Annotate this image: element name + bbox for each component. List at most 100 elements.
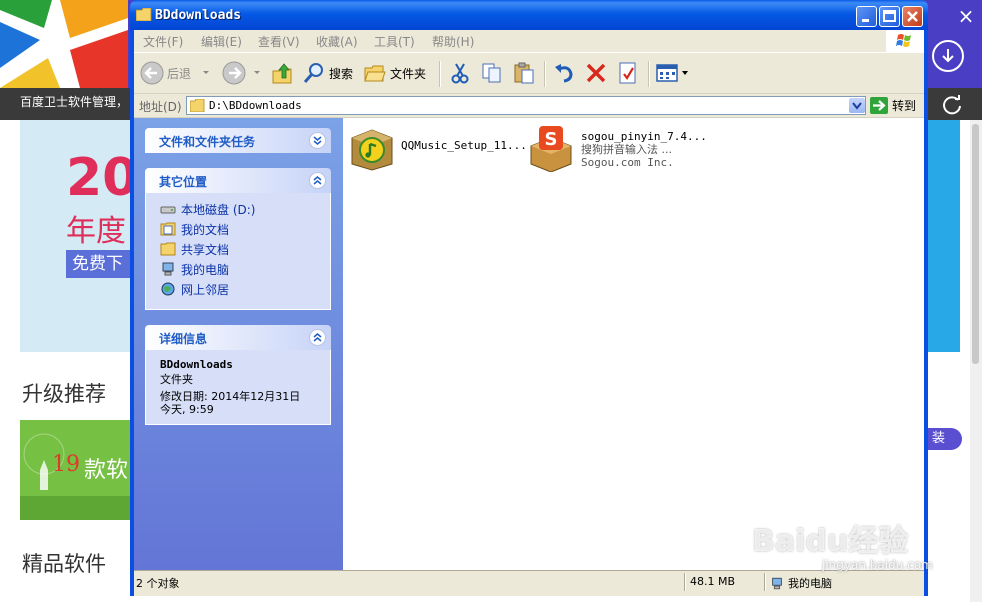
address-bar: 地址(D) D:\BDdownloads 转到 (134, 94, 924, 118)
back-arrow-icon (140, 61, 164, 85)
collapse-toggle[interactable] (309, 329, 326, 346)
my-computer-icon (772, 577, 782, 589)
file-description: 搜狗拼音输入法 ... (581, 143, 672, 156)
background-scrollbar-thumb[interactable] (972, 124, 979, 364)
place-label: 本地磁盘 (D:) (181, 202, 256, 217)
minimize-icon (862, 19, 869, 22)
maximize-button[interactable] (879, 6, 900, 27)
place-label: 共享文档 (181, 242, 230, 257)
details-title: 详细信息 (159, 332, 208, 346)
file-tasks-header[interactable]: 文件和文件夹任务 (145, 128, 331, 153)
menu-file[interactable]: 文件(F) (143, 33, 183, 50)
expand-toggle[interactable] (309, 132, 326, 149)
up-folder-button[interactable] (271, 59, 295, 87)
upgrade-section-title: 升级推荐 (22, 382, 106, 406)
delete-button[interactable] (584, 59, 608, 87)
background-close-icon[interactable]: × (956, 6, 976, 26)
details-panel: 详细信息 BDdownloads 文件夹 修改日期: 2014年12月31日 今… (145, 325, 331, 453)
copy-icon (482, 63, 501, 83)
menu-bar: 文件(F) 编辑(E) 查看(V) 收藏(A) 工具(T) 帮助(H) (134, 30, 924, 52)
promo-count: 19 (52, 452, 80, 477)
place-shared-documents[interactable]: 共享文档 (160, 240, 229, 258)
chevron-down-icon (254, 71, 260, 74)
search-label: 搜索 (329, 66, 354, 81)
address-input[interactable]: D:\BDdownloads (186, 96, 866, 115)
views-icon (656, 64, 678, 82)
file-tasks-title: 文件和文件夹任务 (159, 135, 256, 149)
place-network-places[interactable]: 网上邻居 (160, 280, 229, 298)
file-item-qqmusic[interactable]: QQMusic_Setup_11... (348, 124, 527, 172)
up-folder-icon (272, 63, 292, 84)
place-label: 网上邻居 (181, 282, 230, 297)
delete-icon (586, 63, 606, 83)
forward-button[interactable] (222, 59, 262, 87)
svg-text:S: S (545, 129, 558, 150)
paste-button[interactable] (512, 59, 536, 87)
drive-icon (160, 206, 176, 214)
status-bar: 2 个对象 48.1 MB 我的电脑 (134, 570, 924, 592)
refresh-icon[interactable] (938, 90, 966, 118)
other-places-body: 本地磁盘 (D:) 我的文档 共享文档 我的电脑 网上邻居 (145, 193, 331, 310)
chevron-up-double-icon (313, 333, 322, 342)
collapse-toggle[interactable] (309, 172, 326, 189)
chevron-down-double-icon (313, 136, 322, 145)
paste-icon (514, 62, 534, 84)
other-places-header[interactable]: 其它位置 (145, 168, 331, 193)
menu-edit[interactable]: 编辑(E) (201, 33, 242, 50)
copy-button[interactable] (480, 59, 504, 87)
place-my-documents[interactable]: 我的文档 (160, 220, 229, 238)
chevron-down-icon (852, 102, 862, 110)
menu-favorites[interactable]: 收藏(A) (316, 33, 358, 50)
menu-help[interactable]: 帮助(H) (432, 33, 474, 50)
forward-arrow-icon (222, 61, 246, 85)
address-label: 地址(D) (139, 100, 182, 114)
minimize-button[interactable] (856, 6, 877, 27)
status-location-label: 我的电脑 (788, 577, 832, 590)
folders-label: 文件夹 (390, 66, 427, 81)
baidu-guard-logo-icon (0, 0, 128, 88)
close-button[interactable] (902, 6, 923, 27)
my-computer-icon (162, 262, 174, 276)
toolbar-separator (544, 61, 546, 87)
shared-documents-icon (160, 242, 176, 256)
properties-icon (619, 62, 636, 84)
search-button[interactable]: 搜索 (302, 59, 353, 87)
chevron-down-icon (203, 71, 210, 74)
quality-software-section-title: 精品软件 (22, 552, 106, 576)
status-object-count: 2 个对象 (136, 577, 180, 590)
properties-button[interactable] (616, 59, 640, 87)
folder-icon (190, 99, 205, 112)
folders-icon (364, 65, 386, 82)
undo-button[interactable] (552, 59, 576, 87)
cut-button[interactable] (448, 59, 472, 87)
place-label: 我的电脑 (181, 262, 230, 277)
banner-free-download-button[interactable]: 免费下 (66, 250, 136, 278)
file-name: QQMusic_Setup_11... (401, 139, 527, 152)
back-label: 后退 (167, 66, 192, 81)
file-list: QQMusic_Setup_11... S sogou_pinyin_7.4..… (343, 118, 924, 570)
details-body: BDdownloads 文件夹 修改日期: 2014年12月31日 今天, 9:… (145, 350, 331, 425)
maximize-icon (883, 10, 896, 22)
download-icon[interactable] (932, 40, 964, 72)
explorer-window: BDdownloads 文件(F) 编辑(E) 查看(V) 收藏(A) 工具(T… (130, 0, 928, 596)
place-my-computer[interactable]: 我的电脑 (160, 260, 229, 278)
views-button[interactable] (655, 59, 689, 87)
toolbar-separator (648, 61, 650, 87)
details-header[interactable]: 详细信息 (145, 325, 331, 350)
banner-heading: 20 (66, 148, 139, 208)
background-app-title: 百度卫士软件管理， (20, 95, 129, 109)
window-title: BDdownloads (155, 8, 242, 23)
back-button[interactable]: 后退 (140, 59, 211, 87)
address-dropdown-button[interactable] (849, 98, 865, 113)
network-places-icon (161, 282, 175, 296)
go-label: 转到 (892, 99, 917, 113)
go-button[interactable]: 转到 (870, 96, 922, 115)
window-titlebar[interactable]: BDdownloads (130, 0, 928, 30)
menu-tools[interactable]: 工具(T) (374, 33, 415, 50)
folders-button[interactable]: 文件夹 (363, 59, 426, 87)
task-pane: 文件和文件夹任务 其它位置 本地磁盘 (D:) 我的文档 共享文档 我的电脑 网… (134, 118, 343, 570)
baidu-jingyan-watermark: Baidu经验 (752, 524, 909, 559)
menu-view[interactable]: 查看(V) (258, 33, 300, 50)
file-item-sogou[interactable]: S sogou_pinyin_7.4... 搜狗拼音输入法 ... Sogou.… (527, 124, 707, 172)
place-local-disk[interactable]: 本地磁盘 (D:) (160, 200, 255, 218)
